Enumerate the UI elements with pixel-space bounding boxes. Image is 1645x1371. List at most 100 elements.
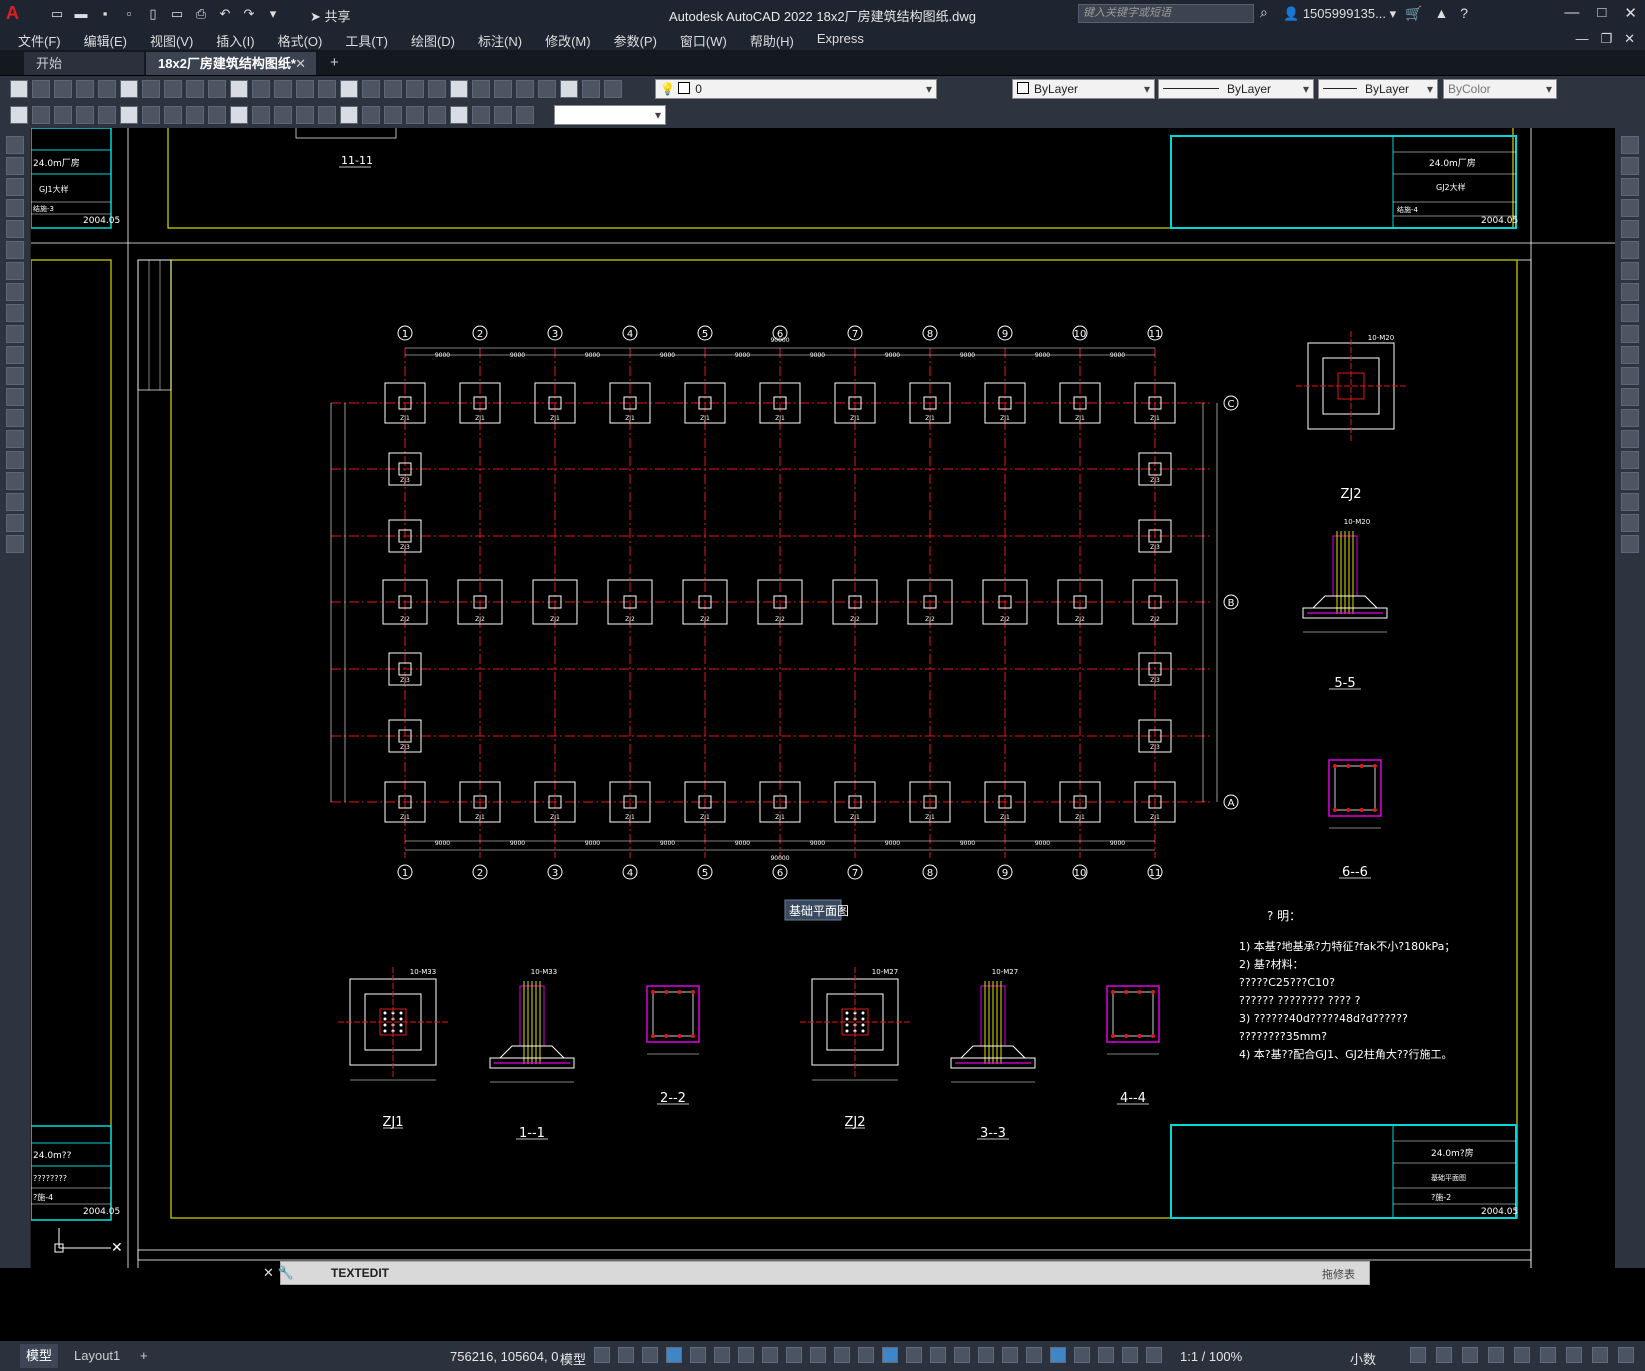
- toolbar-tool-icon[interactable]: [494, 80, 512, 98]
- customize-qat-icon[interactable]: ▾: [264, 5, 282, 23]
- toolbar-tool-icon[interactable]: [54, 80, 72, 98]
- model-space-toggle[interactable]: 模型: [560, 1349, 586, 1368]
- toolbar-tool-icon[interactable]: [142, 106, 160, 124]
- status-right-icon[interactable]: [1488, 1347, 1504, 1363]
- undo-icon[interactable]: ↶: [216, 5, 234, 23]
- command-line[interactable]: ✕ 🔧 TEXTEDIT 拖修表: [263, 1261, 1370, 1285]
- doc-close-icon[interactable]: ✕: [1624, 31, 1635, 47]
- menu-item[interactable]: 插入(I): [216, 31, 254, 50]
- lineweight-dropdown[interactable]: ByLayer ▾: [1318, 79, 1438, 99]
- draw-tool-icon[interactable]: [6, 430, 24, 448]
- modify-tool-icon[interactable]: [1621, 493, 1639, 511]
- toolbar-tool-icon[interactable]: [252, 106, 270, 124]
- toolbar-tool-icon[interactable]: [538, 80, 556, 98]
- tab-layout1[interactable]: Layout1: [68, 1344, 126, 1368]
- toolbar-tool-icon[interactable]: [32, 80, 50, 98]
- status-right-icon[interactable]: [1540, 1347, 1556, 1363]
- status-toggle-icon[interactable]: [810, 1347, 826, 1363]
- draw-tool-icon[interactable]: [6, 388, 24, 406]
- tab-document[interactable]: 18x2厂房建筑结构图纸* ✕: [146, 52, 316, 75]
- plot-icon[interactable]: ⎙: [192, 5, 210, 23]
- add-layout-button[interactable]: +: [134, 1344, 154, 1368]
- publish-icon[interactable]: ▭: [168, 5, 186, 23]
- close-icon[interactable]: ✕: [1624, 4, 1637, 22]
- modify-tool-icon[interactable]: [1621, 472, 1639, 490]
- toolbar-tool-icon[interactable]: [450, 106, 468, 124]
- draw-tool-icon[interactable]: [6, 493, 24, 511]
- sheet-icon[interactable]: ▯: [144, 5, 162, 23]
- toolbar-tool-icon[interactable]: [296, 106, 314, 124]
- search-icon[interactable]: ⌕: [1260, 4, 1268, 21]
- draw-tool-icon[interactable]: [6, 325, 24, 343]
- status-toggle-icon[interactable]: [1074, 1347, 1090, 1363]
- toolbar-tool-icon[interactable]: [384, 106, 402, 124]
- menu-item[interactable]: 视图(V): [150, 31, 193, 50]
- modify-tool-icon[interactable]: [1621, 367, 1639, 385]
- draw-tool-icon[interactable]: [6, 367, 24, 385]
- toolbar-tool-icon[interactable]: [340, 106, 358, 124]
- draw-tool-icon[interactable]: [6, 535, 24, 553]
- modify-tool-icon[interactable]: [1621, 220, 1639, 238]
- status-toggle-icon[interactable]: [714, 1347, 730, 1363]
- minimize-icon[interactable]: —: [1564, 4, 1579, 22]
- status-toggle-icon[interactable]: [1002, 1347, 1018, 1363]
- plotstyle-dropdown[interactable]: ByColor ▾: [1443, 79, 1557, 99]
- toolbar-tool-icon[interactable]: [472, 80, 490, 98]
- toolbar-tool-icon[interactable]: [10, 80, 28, 98]
- status-toggle-icon[interactable]: [642, 1347, 658, 1363]
- toolbar-tool-icon[interactable]: [76, 80, 94, 98]
- status-toggle-icon[interactable]: [834, 1347, 850, 1363]
- modify-tool-icon[interactable]: [1621, 346, 1639, 364]
- modify-tool-icon[interactable]: [1621, 451, 1639, 469]
- new-tab-button[interactable]: +: [330, 54, 339, 71]
- modify-tool-icon[interactable]: [1621, 430, 1639, 448]
- toolbar-tool-icon[interactable]: [98, 106, 116, 124]
- toolbar-tool-icon[interactable]: [164, 106, 182, 124]
- toolbar-tool-icon[interactable]: [516, 80, 534, 98]
- toolbar-tool-icon[interactable]: [10, 106, 28, 124]
- status-right-icon[interactable]: [1618, 1347, 1634, 1363]
- menu-item[interactable]: 参数(P): [614, 31, 657, 50]
- status-toggle-icon[interactable]: [906, 1347, 922, 1363]
- menu-item[interactable]: Express: [817, 31, 864, 50]
- status-toggle-icon[interactable]: [882, 1347, 898, 1363]
- status-right-icon[interactable]: [1410, 1347, 1426, 1363]
- modify-tool-icon[interactable]: [1621, 262, 1639, 280]
- toolbar-tool-icon[interactable]: [32, 106, 50, 124]
- draw-tool-icon[interactable]: [6, 283, 24, 301]
- toolbar-tool-icon[interactable]: [120, 106, 138, 124]
- layer-dropdown[interactable]: 💡 0 ▾: [655, 79, 937, 99]
- toolbar-tool-icon[interactable]: [208, 106, 226, 124]
- toolbar-tool-icon[interactable]: [252, 80, 270, 98]
- cart-icon[interactable]: 🛒: [1405, 5, 1422, 22]
- toolbar-tool-icon[interactable]: [516, 106, 534, 124]
- autodesk-app-icon[interactable]: ▲: [1434, 5, 1448, 22]
- menu-item[interactable]: 格式(O): [278, 31, 323, 50]
- toolbar-tool-icon[interactable]: [450, 80, 468, 98]
- help-icon[interactable]: ?: [1460, 5, 1468, 22]
- status-toggle-icon[interactable]: [978, 1347, 994, 1363]
- drawing-svg[interactable]: 24.0m厂房 GJ2大样 结施-4 2004.05 11-11 24.0m厂房…: [31, 128, 1615, 1268]
- modify-tool-icon[interactable]: [1621, 388, 1639, 406]
- toolbar-tool-icon[interactable]: [54, 106, 72, 124]
- status-toggle-icon[interactable]: [618, 1347, 634, 1363]
- units-selector[interactable]: 小数: [1350, 1349, 1376, 1368]
- toolbar-tool-icon[interactable]: [318, 106, 336, 124]
- draw-tool-icon[interactable]: [6, 346, 24, 364]
- save-as-icon[interactable]: ▫: [120, 5, 138, 23]
- color-dropdown[interactable]: ByLayer ▾: [1012, 79, 1155, 99]
- status-right-icon[interactable]: [1436, 1347, 1452, 1363]
- tab-model[interactable]: 模型: [20, 1344, 59, 1368]
- menu-item[interactable]: 帮助(H): [750, 31, 794, 50]
- command-line-close-icon[interactable]: ✕ 🔧: [263, 1265, 294, 1281]
- toolbar-tool-icon[interactable]: [428, 106, 446, 124]
- toolbar-tool-icon[interactable]: [164, 80, 182, 98]
- status-right-icon[interactable]: [1462, 1347, 1478, 1363]
- toolbar-tool-icon[interactable]: [472, 106, 490, 124]
- toolbar-tool-icon[interactable]: [186, 80, 204, 98]
- draw-tool-icon[interactable]: [6, 199, 24, 217]
- save-icon[interactable]: ▪: [96, 5, 114, 23]
- toolbar-tool-icon[interactable]: [560, 80, 578, 98]
- draw-tool-icon[interactable]: [6, 472, 24, 490]
- annotation-scale[interactable]: 1:1 / 100%: [1180, 1349, 1242, 1364]
